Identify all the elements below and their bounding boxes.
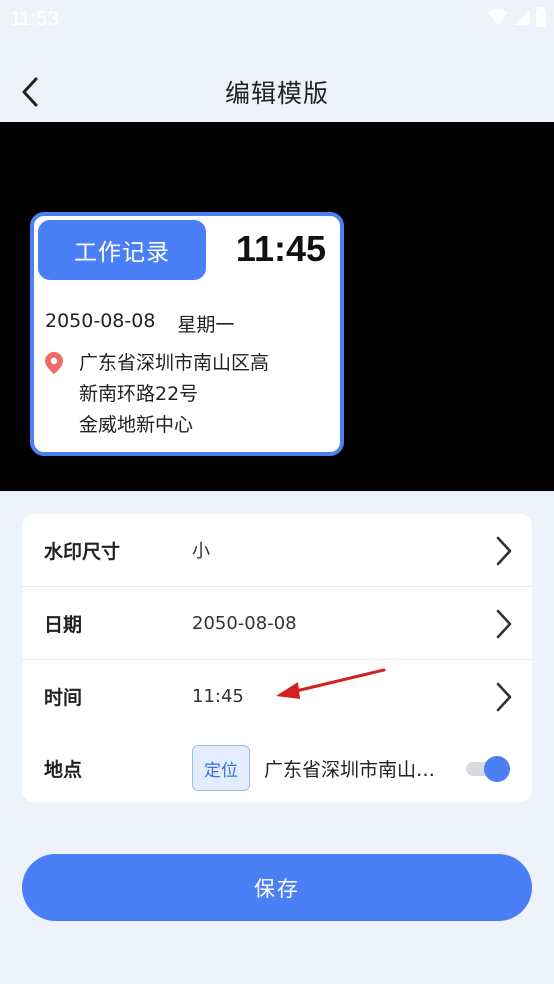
status-time: 11:53 (10, 8, 59, 30)
location-toggle[interactable] (466, 756, 510, 782)
header: 编辑模版 (0, 60, 554, 122)
location-value[interactable]: 广东省深圳市南山区高新南环路22号金威地新中心 (264, 755, 444, 782)
battery-icon (536, 7, 546, 27)
watermark-weekday: 星期一 (177, 314, 235, 336)
size-value: 小 (192, 541, 210, 562)
save-button[interactable]: 保存 (22, 854, 532, 921)
chevron-right-icon (496, 609, 512, 639)
chevron-right-icon (496, 536, 512, 566)
watermark-time: 11:45 (235, 228, 326, 269)
status-bar: 11:53 (0, 0, 554, 40)
watermark-preview: 工作记录 11:45 2050-08-08 星期一 广东省深圳市南山区高 新南环… (0, 122, 554, 491)
watermark-date: 2050-08-08 (45, 310, 156, 332)
settings-list: 水印尺寸 小 日期 2050-08-08 时间 11:45 地点 定位 广东省深… (22, 514, 532, 802)
address-line: 广东省深圳市南山区高 (79, 352, 270, 374)
setting-row-date[interactable]: 日期 2050-08-08 (22, 586, 532, 659)
setting-row-time[interactable]: 时间 11:45 (22, 659, 532, 732)
time-label: 时间 (44, 686, 83, 709)
toggle-knob (484, 756, 510, 782)
status-icons (488, 7, 546, 27)
page-title: 编辑模版 (224, 79, 329, 108)
location-pin-icon (45, 352, 63, 374)
watermark-address: 广东省深圳市南山区高 新南环路22号 金威地新中心 (79, 348, 309, 441)
date-label: 日期 (44, 613, 83, 636)
watermark-badge: 工作记录 (38, 220, 206, 280)
time-value: 11:45 (192, 685, 244, 707)
signal-icon (514, 9, 530, 25)
address-line: 新南环路22号 (79, 383, 199, 405)
setting-row-location: 地点 定位 广东省深圳市南山区高新南环路22号金威地新中心 (22, 732, 532, 804)
locate-button[interactable]: 定位 (192, 745, 250, 791)
address-line: 金威地新中心 (79, 414, 194, 436)
date-value: 2050-08-08 (192, 612, 297, 634)
chevron-right-icon (496, 682, 512, 712)
size-label: 水印尺寸 (44, 540, 121, 563)
setting-row-size[interactable]: 水印尺寸 小 (22, 514, 532, 586)
location-label: 地点 (44, 758, 83, 781)
watermark-date-row: 2050-08-08 星期一 (45, 310, 234, 337)
watermark-card: 工作记录 11:45 2050-08-08 星期一 广东省深圳市南山区高 新南环… (30, 212, 344, 456)
wifi-icon (488, 9, 508, 25)
